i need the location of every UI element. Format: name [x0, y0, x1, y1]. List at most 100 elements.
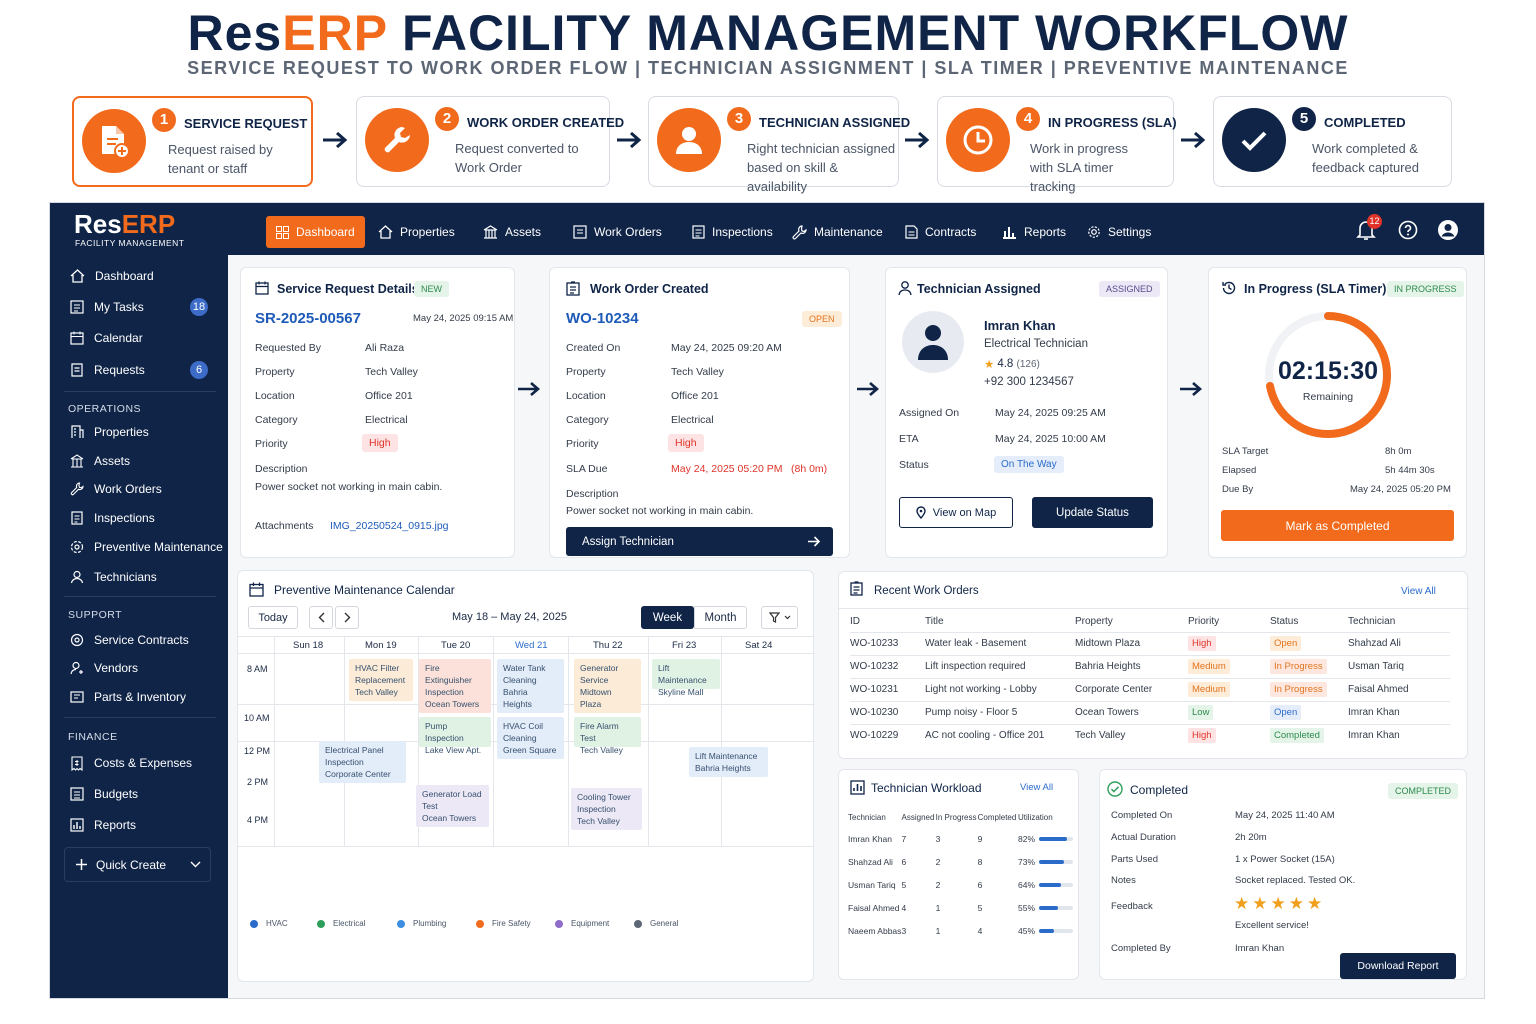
calendar-event[interactable]: Lift Maintenance Skyline Mall	[652, 659, 720, 697]
sidebar-item-requests[interactable]: Requests	[70, 359, 145, 381]
sidebar-item-work-orders[interactable]: Work Orders	[70, 478, 162, 500]
workload-row[interactable]: Usman Tariq 5 2 6 64%	[848, 873, 1073, 896]
nav-assets[interactable]: Assets	[473, 216, 551, 248]
user-avatar-icon[interactable]	[1437, 219, 1459, 241]
sidebar-item-vendors[interactable]: Vendors	[70, 657, 138, 679]
workload-row[interactable]: Naeem Abbas 3 1 4 45%	[848, 919, 1073, 942]
table-row[interactable]: WO-10233 Water leak - Basement Midtown Pla…	[850, 632, 1450, 655]
bar-chart-icon	[1003, 227, 1016, 239]
notification-bell[interactable]: 12	[1356, 214, 1382, 241]
app-logo: ResERP	[74, 209, 176, 239]
utilization-bar	[1039, 929, 1073, 934]
nav-dashboard[interactable]: Dashboard	[266, 216, 365, 248]
sidebar-item-service-contracts[interactable]: Service Contracts	[70, 629, 189, 651]
chevron-left-icon	[318, 612, 324, 623]
table-row[interactable]: WO-10230 Pump noisy - Floor 5 Ocean Towers…	[850, 701, 1450, 724]
utilization-bar	[1039, 837, 1073, 842]
nav-inspections[interactable]: Inspections	[682, 216, 783, 248]
recent-work-orders-card: Recent Work Orders View All ID Title Prope…	[838, 571, 1469, 759]
mark-completed-button[interactable]: Mark as Completed	[1221, 510, 1454, 541]
legend-item: General	[634, 919, 678, 928]
workload-cell: 6	[901, 856, 907, 867]
attachment-link[interactable]: IMG_20250524_0915.jpg	[330, 520, 449, 532]
calendar-event[interactable]: Lift Maintenance Bahria Heights	[689, 747, 768, 777]
quick-create-button[interactable]: Quick Create	[64, 847, 211, 882]
calendar-event[interactable]: Electrical Panel Inspection Corporate Cent…	[319, 741, 406, 783]
legend-item: Electrical	[317, 919, 365, 928]
workload-row[interactable]: Imran Khan 7 3 9 82%	[848, 827, 1073, 850]
step-title: TECHNICIAN ASSIGNED	[759, 115, 911, 130]
flow-arrow-icon	[518, 382, 540, 396]
help-icon[interactable]	[1398, 220, 1418, 240]
table-row[interactable]: WO-10232 Lift inspection required Bahria H…	[850, 655, 1450, 678]
month-view-button[interactable]: Month	[694, 606, 747, 629]
calendar-event[interactable]: Fire Alarm Test Tech Valley	[574, 717, 641, 755]
view-on-map-button[interactable]: View on Map	[899, 497, 1013, 528]
sidebar-item-calendar[interactable]: Calendar	[70, 327, 143, 349]
field-label: Priority	[566, 438, 599, 450]
page-title: ResERP FACILITY MANAGEMENT WORKFLOW	[187, 5, 1349, 61]
nav-properties[interactable]: Properties	[368, 216, 465, 248]
calendar-event[interactable]: Pump Inspection Lake View Apt.	[419, 717, 491, 755]
workload-chart-icon	[850, 780, 865, 795]
view-all-link[interactable]: View All	[1401, 586, 1436, 597]
sidebar-item-budgets[interactable]: Budgets	[70, 783, 138, 805]
field-value: 1 x Power Socket (15A)	[1235, 854, 1335, 865]
sidebar-item-properties[interactable]: Properties	[70, 421, 149, 443]
field-label: Category	[566, 414, 609, 426]
card-title: Technician Workload	[871, 781, 982, 795]
filter-button[interactable]	[761, 606, 798, 629]
workload-row[interactable]: Shahzad Ali 6 2 8 73%	[848, 850, 1073, 873]
sidebar-item-technicians[interactable]: Technicians	[70, 566, 157, 588]
work-order-card: Work Order Created OPEN WO-10234 Created…	[549, 267, 850, 558]
work-order-id[interactable]: WO-10234	[566, 310, 639, 327]
nav-reports[interactable]: Reports	[992, 216, 1076, 248]
prev-week-button[interactable]	[309, 606, 333, 629]
sidebar-item-costs-expenses[interactable]: Costs & Expenses	[70, 752, 192, 774]
column-header: Technician	[1348, 616, 1396, 628]
card-title: Preventive Maintenance Calendar	[274, 583, 455, 597]
calendar-event[interactable]: Water Tank Cleaning Bahria Heights	[497, 659, 564, 713]
nav-settings[interactable]: Settings	[1077, 216, 1161, 248]
clipboard-icon	[566, 281, 580, 296]
sidebar-item-reports[interactable]: Reports	[70, 814, 136, 836]
view-all-link[interactable]: View All	[1020, 782, 1053, 793]
sidebar-item-assets[interactable]: Assets	[70, 450, 130, 472]
sidebar-item-preventive-maintenance[interactable]: Preventive Maintenance	[70, 536, 223, 558]
calendar-event[interactable]: Generator Service Midtown Plaza	[574, 659, 641, 713]
table-header-row: Technician Assigned In Progress Completed Ut…	[848, 807, 1073, 827]
calendar-event[interactable]: HVAC Filter Replacement Tech Valley	[349, 659, 413, 701]
inventory-icon	[70, 691, 84, 703]
assign-technician-button[interactable]: Assign Technician	[566, 527, 833, 556]
workload-row[interactable]: Faisal Ahmed 4 1 5 55%	[848, 896, 1073, 919]
calendar-icon	[70, 331, 84, 345]
calendar-event[interactable]: Generator Load Test Ocean Towers	[416, 785, 489, 827]
nav-work-orders[interactable]: Work Orders	[563, 216, 672, 248]
calendar-event[interactable]: HVAC Coil Cleaning Green Square	[497, 717, 564, 759]
flow-arrow-icon	[323, 131, 348, 149]
next-week-button[interactable]	[335, 606, 359, 629]
workload-cell: 4	[901, 902, 907, 913]
legend-item: Fire Safety	[476, 919, 531, 928]
check-icon	[1222, 108, 1286, 172]
request-id[interactable]: SR-2025-00567	[255, 310, 361, 327]
sidebar-item-my-tasks[interactable]: My Tasks	[70, 296, 144, 318]
flow-arrow-icon	[617, 131, 642, 149]
asset-icon	[70, 454, 84, 468]
today-button[interactable]: Today	[248, 606, 298, 629]
table-row[interactable]: WO-10229 AC not cooling - Office 201 Tech …	[850, 724, 1450, 747]
nav-contracts[interactable]: Contracts	[895, 216, 986, 248]
table-row[interactable]: WO-10231 Light not working - Lobby Corpora…	[850, 678, 1450, 701]
sidebar-item-dashboard[interactable]: Dashboard	[70, 265, 154, 287]
calendar-event[interactable]: Fire Extinguisher Inspection Ocean Towers	[419, 659, 491, 713]
download-report-button[interactable]: Download Report	[1340, 953, 1456, 979]
utilization-bar-fill	[1039, 837, 1067, 842]
sidebar-item-parts-inventory[interactable]: Parts & Inventory	[70, 686, 186, 708]
update-status-button[interactable]: Update Status	[1032, 497, 1153, 528]
week-view-button[interactable]: Week	[641, 606, 694, 629]
sidebar-item-inspections[interactable]: Inspections	[70, 507, 155, 529]
workload-cell: 2	[935, 856, 941, 867]
legend-item: Plumbing	[397, 919, 446, 928]
calendar-event[interactable]: Cooling Tower Inspection Tech Valley	[571, 788, 642, 830]
nav-maintenance[interactable]: Maintenance	[782, 216, 893, 248]
